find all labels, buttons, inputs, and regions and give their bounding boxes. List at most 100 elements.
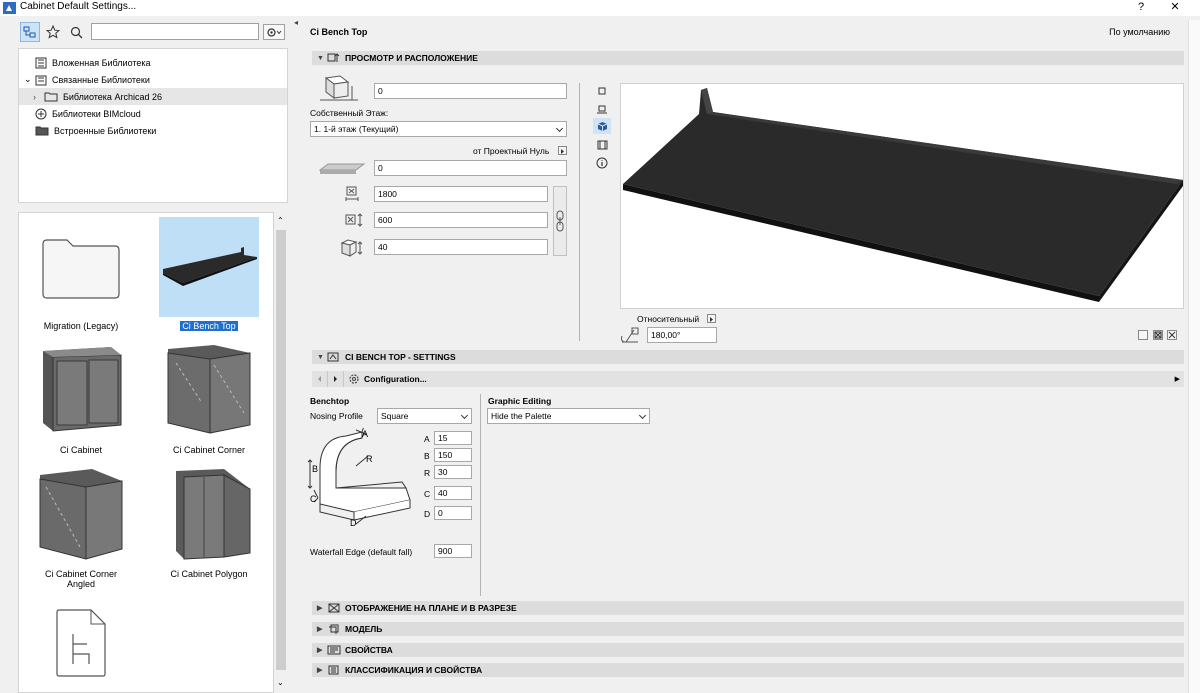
height-input[interactable] xyxy=(374,239,548,255)
object-item-bench-top[interactable]: Ci Bench Top xyxy=(159,217,259,331)
preview-option-3[interactable] xyxy=(1167,330,1177,340)
section-model[interactable]: ▶ МОДЕЛЬ xyxy=(312,622,1184,636)
rotation-angle-input[interactable] xyxy=(647,327,717,343)
tree-item-builtin-libraries[interactable]: Встроенные Библиотеки xyxy=(19,122,287,139)
section-properties[interactable]: ▶ СВОЙСТВА xyxy=(312,643,1184,657)
scrollbar-thumb[interactable] xyxy=(276,230,286,670)
default-label: По умолчанию xyxy=(1109,27,1170,37)
param-a-input[interactable] xyxy=(434,431,472,445)
background-window-edge xyxy=(1188,20,1200,693)
section-title: CI BENCH TOP - SETTINGS xyxy=(345,352,456,362)
param-d-input[interactable] xyxy=(434,506,472,520)
info-button[interactable] xyxy=(593,155,611,171)
search-input[interactable] xyxy=(91,23,259,40)
search-button[interactable] xyxy=(66,22,86,42)
diagram-label-d: D xyxy=(350,518,357,528)
reference-menu-button[interactable] xyxy=(558,146,567,155)
arrow-left-icon xyxy=(318,376,321,382)
nosing-profile-select[interactable]: Square xyxy=(377,408,472,424)
param-b-input[interactable] xyxy=(434,448,472,462)
cabinet-corner-angled-thumbnail xyxy=(31,465,131,565)
object-item-cabinet-polygon[interactable]: Ci Cabinet Polygon xyxy=(159,465,259,579)
tree-item-linked-libraries[interactable]: ⌄ Связанные Библиотеки xyxy=(19,71,287,88)
star-icon xyxy=(46,25,60,39)
scroll-up-icon[interactable]: ⌃ xyxy=(277,216,284,225)
preview-option-1[interactable] xyxy=(1138,330,1148,340)
collapse-arrow-icon: ▼ xyxy=(317,54,324,62)
offset-input[interactable] xyxy=(374,160,567,176)
next-page-button[interactable] xyxy=(328,371,344,387)
section-object-settings[interactable]: ▼ CI BENCH TOP - SETTINGS xyxy=(312,350,1184,364)
waterfall-label: Waterfall Edge (default fall) xyxy=(310,547,413,557)
expand-toggle[interactable]: ⌄ xyxy=(24,74,32,85)
section-view-icon xyxy=(597,140,607,150)
param-r-input[interactable] xyxy=(434,465,472,479)
favorites-button[interactable] xyxy=(43,22,63,42)
window-title: Cabinet Default Settings... xyxy=(20,1,137,12)
object-item-cabinet-corner-angled[interactable]: Ci Cabinet Corner Angled xyxy=(31,465,131,589)
gear-icon xyxy=(267,27,282,37)
plan-section-icon xyxy=(328,603,340,613)
nosing-diagram: A B R C D xyxy=(307,428,411,528)
generic-object-thumbnail xyxy=(31,593,131,692)
info-icon xyxy=(596,157,608,169)
model-icon xyxy=(329,624,339,634)
divider xyxy=(480,394,481,596)
object-item-migration[interactable]: Migration (Legacy) xyxy=(31,217,131,331)
section-classification[interactable]: ▶ КЛАССИФИКАЦИЯ И СВОЙСТВА xyxy=(312,663,1184,677)
library-toolbar xyxy=(18,18,288,46)
configuration-label[interactable]: Configuration... xyxy=(364,374,427,384)
section-plan-section[interactable]: ▶ ОТОБРАЖЕНИЕ НА ПЛАНЕ И В РАЗРЕЗЕ xyxy=(312,601,1184,615)
library-settings-button[interactable] xyxy=(263,24,285,40)
nosing-profile-label: Nosing Profile xyxy=(310,411,363,421)
arrow-right-icon xyxy=(561,149,564,154)
expand-toggle[interactable]: › xyxy=(33,92,41,102)
object-grid-scrollbar[interactable]: ⌃ ⌄ xyxy=(274,212,288,693)
tree-item-archicad-library[interactable]: › Библиотека Archicad 26 xyxy=(19,88,287,105)
diagram-label-a: A xyxy=(362,429,368,439)
elevation-input[interactable] xyxy=(374,83,567,99)
library-view-button[interactable] xyxy=(20,22,40,42)
object-item-cabinet-corner[interactable]: Ci Cabinet Corner xyxy=(159,341,259,455)
3d-preview[interactable] xyxy=(620,83,1184,309)
diagram-label-b: B xyxy=(312,464,318,474)
length-input[interactable] xyxy=(374,186,548,202)
expand-arrow-icon[interactable]: ▶ xyxy=(1175,375,1180,383)
properties-icon xyxy=(327,645,341,655)
waterfall-input[interactable] xyxy=(434,544,472,558)
close-button[interactable]: ✕ xyxy=(1160,0,1190,16)
view-elevation-button[interactable] xyxy=(593,101,611,117)
help-button[interactable]: ? xyxy=(1126,0,1156,16)
preview-option-2[interactable] xyxy=(1153,330,1163,340)
relative-menu-button[interactable] xyxy=(707,314,716,323)
classification-icon xyxy=(328,665,339,675)
width-input[interactable] xyxy=(374,212,548,228)
object-label: Ci Cabinet Corner xyxy=(172,445,246,455)
tree-item-embedded-library[interactable]: Вложенная Библиотека xyxy=(19,54,287,71)
reference-label[interactable]: от Проектный Нуль xyxy=(473,146,549,156)
title-bar: Cabinet Default Settings... ? ✕ xyxy=(0,0,1200,16)
section-view-position[interactable]: ▼ ПРОСМОТР И РАСПОЛОЖЕНИЕ xyxy=(312,51,1184,65)
view-3d-button[interactable] xyxy=(593,118,611,134)
object-grid: Migration (Legacy) Ci Bench Top Ci Cabin… xyxy=(18,212,274,693)
home-story-select[interactable]: 1. 1-й этаж (Текущий) xyxy=(310,121,567,137)
chain-link-icon xyxy=(556,210,564,232)
proportion-lock-button[interactable] xyxy=(553,186,567,256)
collapse-panel-icon[interactable]: ◂ xyxy=(294,18,298,27)
library-tree-icon xyxy=(23,26,36,38)
section-title: ПРОСМОТР И РАСПОЛОЖЕНИЕ xyxy=(345,53,478,63)
param-c-input[interactable] xyxy=(434,486,472,500)
object-label: Ci Cabinet Polygon xyxy=(170,569,248,579)
expand-arrow-icon: ▶ xyxy=(317,647,323,654)
view-section-button[interactable] xyxy=(593,137,611,153)
object-item-cabinet[interactable]: Ci Cabinet xyxy=(31,341,131,455)
graphic-editing-select[interactable]: Hide the Palette xyxy=(487,408,650,424)
view-2d-button[interactable] xyxy=(593,83,611,99)
relative-label[interactable]: Относительный xyxy=(637,314,699,324)
scroll-down-icon[interactable]: ⌄ xyxy=(277,678,284,687)
expand-arrow-icon: ▶ xyxy=(317,626,323,633)
object-item-generic[interactable] xyxy=(31,593,131,692)
tree-item-bimcloud-libraries[interactable]: Библиотеки BIMcloud xyxy=(19,105,287,122)
diagram-label-c: C xyxy=(310,494,317,504)
prev-page-button[interactable] xyxy=(312,371,328,387)
